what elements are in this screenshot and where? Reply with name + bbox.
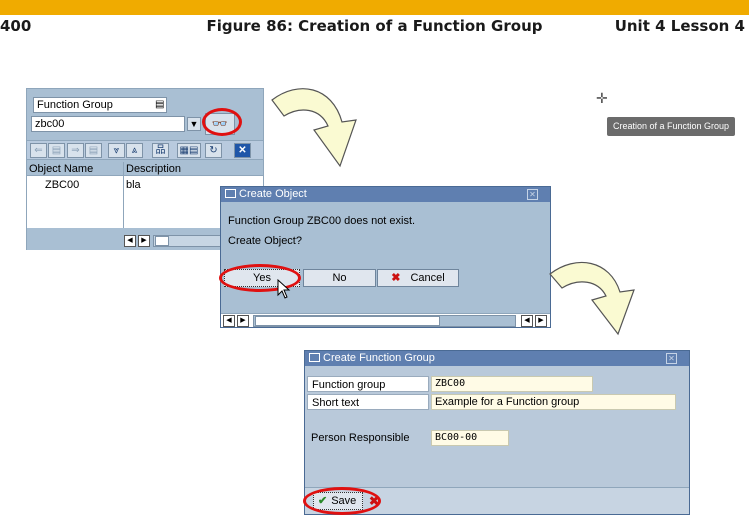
- doc-icon[interactable]: ▤: [48, 143, 65, 158]
- object-type-select[interactable]: Function Group: [33, 97, 167, 113]
- scroll-left-icon[interactable]: ◀: [223, 315, 235, 327]
- window-icon: [225, 189, 236, 198]
- expand-icon[interactable]: ⩓: [126, 143, 143, 158]
- doc-icon[interactable]: ▤: [85, 143, 102, 158]
- cancel-label: Cancel: [410, 272, 445, 284]
- object-name-input[interactable]: zbc00: [31, 116, 185, 132]
- curved-arrow-icon: [549, 261, 635, 336]
- tooltip: Creation of a Function Group: [607, 117, 735, 136]
- page-number: 400: [0, 17, 32, 35]
- person-responsible-field[interactable]: BC00-00: [431, 430, 509, 446]
- function-group-label: Function group: [307, 376, 429, 392]
- function-group-field[interactable]: ZBC00: [431, 376, 593, 392]
- message-create-object: Create Object?: [228, 235, 302, 247]
- scroll-thumb[interactable]: [155, 236, 169, 246]
- window-icon: [309, 353, 320, 362]
- scroll-left-icon[interactable]: ◀: [124, 235, 136, 247]
- description-cell[interactable]: bla: [126, 179, 141, 191]
- scroll-right-icon[interactable]: ▶: [237, 315, 249, 327]
- scroll-right-icon[interactable]: ▶: [138, 235, 150, 247]
- cancel-icon: ✖: [391, 272, 401, 284]
- collapse-icon[interactable]: ⩔: [108, 143, 125, 158]
- scroll-right-icon[interactable]: ▶: [535, 315, 547, 327]
- close-icon[interactable]: ✕: [234, 143, 251, 158]
- accent-bar: [0, 0, 749, 15]
- move-cursor-icon: ✛: [596, 90, 608, 106]
- close-icon[interactable]: ✕: [527, 189, 538, 200]
- column-divider: [123, 162, 124, 228]
- create-object-dialog: Create Object ✕ Function Group ZBC00 doe…: [220, 186, 551, 328]
- person-responsible-label: Person Responsible: [311, 432, 410, 444]
- short-text-label: Short text: [307, 394, 429, 410]
- column-header-description[interactable]: Description: [126, 163, 181, 175]
- table-header: Object Name Description: [27, 162, 263, 176]
- forward-icon[interactable]: ⇒: [67, 143, 84, 158]
- hierarchy-icon[interactable]: 品: [152, 143, 169, 158]
- refresh-icon[interactable]: ↻: [205, 143, 222, 158]
- back-icon[interactable]: ⇐: [30, 143, 47, 158]
- callout-save-button: [303, 487, 381, 515]
- list-icon[interactable]: ▤: [155, 99, 164, 110]
- curved-arrow-icon: [271, 88, 357, 168]
- object-name-cell[interactable]: ZBC00: [45, 179, 79, 191]
- message-not-exist: Function Group ZBC00 does not exist.: [228, 215, 416, 227]
- scroll-left-icon[interactable]: ◀: [521, 315, 533, 327]
- dialog-title: Create Object: [221, 187, 550, 202]
- horizontal-scrollbar[interactable]: ◀ ▶ ◀ ▶: [221, 313, 550, 327]
- unit-lesson: Unit 4 Lesson 4: [614, 17, 745, 35]
- close-icon[interactable]: ✕: [666, 353, 677, 364]
- callout-display-button: [202, 108, 242, 136]
- grid-icon[interactable]: ▦▤: [177, 143, 201, 158]
- navigator-toolbar: ⇐ ▤ ⇒ ▤ ⩔ ⩓ 品 ▦▤ ↻ ✕: [27, 140, 263, 160]
- column-header-object-name[interactable]: Object Name: [29, 163, 93, 175]
- short-text-field[interactable]: Example for a Function group: [431, 394, 676, 410]
- scroll-thumb[interactable]: [255, 316, 440, 326]
- dialog-body: Function group ZBC00 Short text Example …: [305, 366, 689, 488]
- scroll-track[interactable]: [253, 315, 516, 327]
- dialog-title: Create Function Group: [305, 351, 689, 366]
- cancel-button[interactable]: ✖ Cancel: [377, 269, 459, 287]
- mouse-pointer-icon: [277, 279, 291, 299]
- dropdown-arrow-icon[interactable]: ▼: [187, 117, 201, 131]
- no-button[interactable]: No: [303, 269, 376, 287]
